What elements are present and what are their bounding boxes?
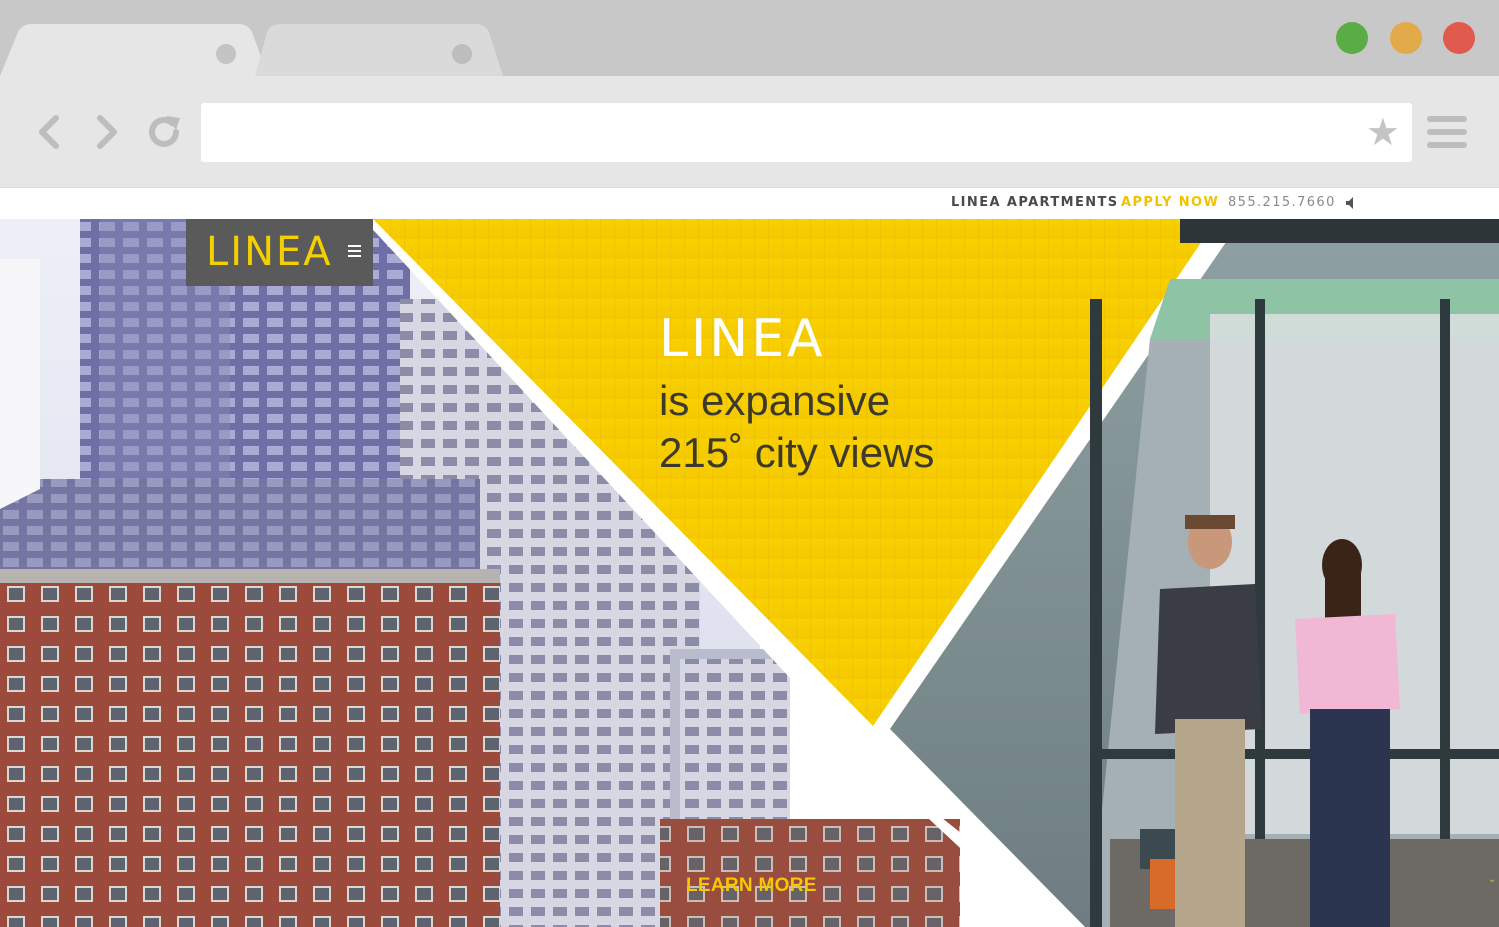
tab-close-icon[interactable] bbox=[216, 44, 236, 64]
browser-menu-icon[interactable] bbox=[1427, 116, 1467, 150]
browser-tab[interactable] bbox=[255, 24, 505, 76]
site-logo-block[interactable]: LINEA bbox=[186, 219, 373, 286]
hamburger-menu-icon[interactable] bbox=[348, 245, 361, 257]
window-maximize-button[interactable] bbox=[1336, 22, 1368, 54]
back-arrow-icon[interactable] bbox=[30, 112, 70, 152]
hero-section: LINEA LINEA is expansive 215˚ city views… bbox=[0, 219, 1499, 927]
browser-tab-active[interactable] bbox=[0, 24, 270, 76]
window-minimize-button[interactable] bbox=[1390, 22, 1422, 54]
reload-icon[interactable] bbox=[144, 112, 184, 152]
website-viewport: LINEA APARTMENTS APPLY NOW 855.215.7660 bbox=[0, 187, 1499, 927]
hero-headline: LINEA is expansive 215˚ city views bbox=[659, 311, 934, 479]
nav-phone-number[interactable]: 855.215.7660 bbox=[1228, 195, 1336, 210]
nav-link-linea-apartments[interactable]: LINEA APARTMENTS bbox=[951, 195, 1119, 210]
learn-more-button[interactable]: LEARN MORE bbox=[686, 875, 817, 897]
chevron-down-icon[interactable]: ⌄ bbox=[1488, 874, 1496, 885]
window-close-button[interactable] bbox=[1443, 22, 1475, 54]
browser-chrome: ★ bbox=[0, 0, 1499, 187]
bookmark-star-icon[interactable]: ★ bbox=[1366, 112, 1400, 152]
hero-tagline-line2: 215˚ city views bbox=[659, 429, 935, 476]
hero-brand-logo: LINEA bbox=[659, 309, 826, 369]
forward-arrow-icon[interactable] bbox=[86, 112, 126, 152]
hero-tagline-line1: is expansive bbox=[659, 377, 891, 424]
sound-speaker-icon[interactable] bbox=[1344, 196, 1358, 210]
address-bar[interactable]: ★ bbox=[201, 103, 1412, 162]
top-navigation: LINEA APARTMENTS APPLY NOW 855.215.7660 bbox=[0, 187, 1499, 219]
site-logo[interactable]: LINEA bbox=[206, 230, 333, 274]
nav-link-apply-now[interactable]: APPLY NOW bbox=[1121, 195, 1219, 210]
tab-strip bbox=[0, 0, 1499, 76]
tab-close-icon[interactable] bbox=[452, 44, 472, 64]
